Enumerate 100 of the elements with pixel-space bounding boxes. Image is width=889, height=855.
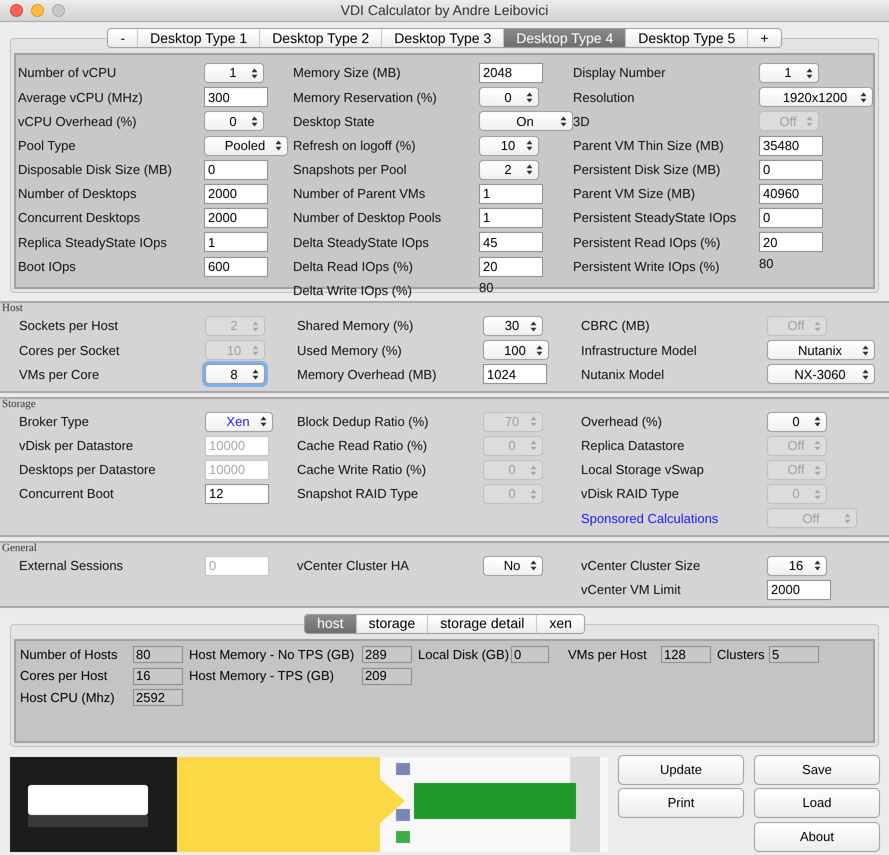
field-label: Number of Desktop Pools	[293, 209, 442, 228]
input-field[interactable]: 2048	[479, 63, 543, 84]
tab[interactable]: Desktop Type 1	[137, 29, 260, 47]
field-label: Replica Datastore	[581, 437, 686, 456]
field-label: Snapshots per Pool	[293, 161, 408, 180]
field-label: Concurrent Boot	[19, 485, 115, 504]
output-field: 80	[133, 646, 183, 664]
section-title: General	[1, 542, 38, 554]
input-field[interactable]: 300	[204, 87, 268, 108]
stepper-arrows-icon	[530, 464, 537, 476]
tab[interactable]: Desktop Type 3	[381, 29, 504, 47]
field-label: Persistent Read IOps (%)	[573, 234, 722, 252]
input-field[interactable]: 1	[204, 232, 268, 252]
window-title: VDI Calculator by Andre Leibovici	[340, 1, 548, 20]
tab[interactable]: storage detail	[427, 614, 536, 633]
input-field[interactable]: 45	[479, 232, 543, 252]
tab[interactable]: Desktop Type 2	[259, 29, 382, 47]
field-label: Memory Size (MB)	[293, 64, 402, 82]
button[interactable]: Update	[618, 754, 744, 785]
field-label: Cores per Host	[20, 667, 108, 686]
input-field[interactable]: 12	[205, 484, 269, 504]
spinner[interactable]: 10	[479, 136, 539, 156]
tab[interactable]: xen	[536, 614, 584, 633]
button[interactable]: About	[754, 822, 880, 852]
input-field[interactable]: 0	[204, 160, 268, 180]
input-field[interactable]: 40960	[759, 184, 823, 204]
button[interactable]: Print	[618, 788, 744, 818]
stepper-arrows-icon	[844, 512, 851, 524]
field-label: Replica SteadyState IOps	[18, 234, 168, 252]
input-field[interactable]: 1	[479, 184, 543, 204]
spinner[interactable]: 8	[205, 364, 265, 384]
input-field[interactable]: 1024	[483, 364, 547, 384]
stepper-arrows-icon	[814, 440, 821, 452]
stepper-arrows-icon	[252, 368, 259, 380]
spinner[interactable]: 1920x1200	[759, 87, 873, 108]
input-field[interactable]: 2000	[204, 208, 268, 228]
field-label: Cache Read Ratio (%)	[297, 437, 428, 456]
input-field[interactable]: 1	[479, 208, 543, 228]
input-field[interactable]: 0	[759, 160, 823, 180]
stepper-arrows-icon	[814, 488, 821, 500]
tab[interactable]: Desktop Type 5	[625, 29, 748, 47]
field-label: Boot IOps	[18, 258, 77, 276]
spinner[interactable]: 0	[479, 87, 539, 108]
button[interactable]: Save	[754, 754, 880, 785]
field-label: Desktops per Datastore	[19, 461, 157, 480]
field-label: Parent VM Size (MB)	[573, 185, 696, 204]
stepper-arrows-icon	[530, 560, 537, 572]
input-field[interactable]: 2000	[204, 184, 268, 204]
field-label: Parent VM Thin Size (MB)	[573, 136, 725, 155]
spinner[interactable]: 1	[204, 63, 264, 84]
spinner[interactable]: 100	[483, 340, 549, 360]
spinner[interactable]: 0	[767, 412, 827, 432]
stepper-arrows-icon	[862, 368, 869, 380]
close-icon[interactable]	[10, 4, 23, 17]
input-field[interactable]: 20	[479, 256, 543, 277]
input-field[interactable]: 0	[759, 208, 823, 228]
field-label: Refresh on logoff (%)	[293, 136, 417, 155]
field-label: Snapshot RAID Type	[297, 485, 420, 504]
stepper-arrows-icon	[814, 416, 821, 428]
spinner[interactable]: On	[479, 111, 573, 132]
zoom-icon[interactable]	[52, 4, 65, 17]
field-label: vDisk RAID Type	[581, 485, 680, 504]
button[interactable]: Load	[754, 788, 880, 818]
field-label: Disposable Disk Size (MB)	[18, 161, 173, 180]
value-text: 80	[759, 254, 774, 273]
input-field[interactable]: 600	[204, 256, 268, 277]
tab[interactable]: host	[305, 614, 356, 633]
field-label: vCPU Overhead (%)	[18, 112, 138, 131]
spinner[interactable]: 30	[483, 316, 543, 336]
field-label: Pool Type	[18, 136, 77, 155]
field-label: Local Disk (GB)	[417, 646, 510, 664]
spinner[interactable]: Xen	[205, 412, 273, 432]
spinner[interactable]: 0	[204, 111, 264, 132]
minimize-icon[interactable]	[31, 4, 44, 17]
field-label: vCenter Cluster HA	[297, 556, 410, 575]
field-label: Shared Memory (%)	[297, 317, 414, 336]
tab[interactable]: -	[108, 29, 138, 47]
spinner[interactable]: 16	[767, 556, 827, 576]
field-label: vCenter Cluster Size	[581, 556, 702, 575]
input-field[interactable]: 20	[759, 232, 823, 252]
spinner[interactable]: NX-3060	[767, 364, 875, 384]
field-label: Display Number	[573, 64, 666, 82]
tab[interactable]: Desktop Type 4	[503, 29, 626, 47]
field-label: Memory Reservation (%)	[293, 88, 438, 107]
field-label: Delta Read IOps (%)	[293, 258, 414, 276]
spinner[interactable]: No	[483, 556, 543, 576]
tab[interactable]: +	[747, 29, 780, 47]
field-label: Number of Hosts	[20, 646, 119, 664]
stepper-arrows-icon	[260, 416, 267, 428]
field-label: Cache Write Ratio (%)	[297, 461, 428, 480]
spinner[interactable]: 2	[479, 160, 539, 180]
field-label: Memory Overhead (MB)	[297, 366, 438, 384]
tab[interactable]: storage	[356, 614, 428, 633]
field-label: VMs per Host	[567, 646, 648, 664]
input-field[interactable]: 35480	[759, 136, 823, 156]
spinner[interactable]: Pooled	[204, 136, 288, 156]
spinner[interactable]: 1	[759, 63, 819, 84]
spinner[interactable]: Nutanix	[767, 340, 875, 360]
input-field[interactable]: 2000	[767, 580, 831, 600]
output-field: 16	[133, 668, 183, 685]
